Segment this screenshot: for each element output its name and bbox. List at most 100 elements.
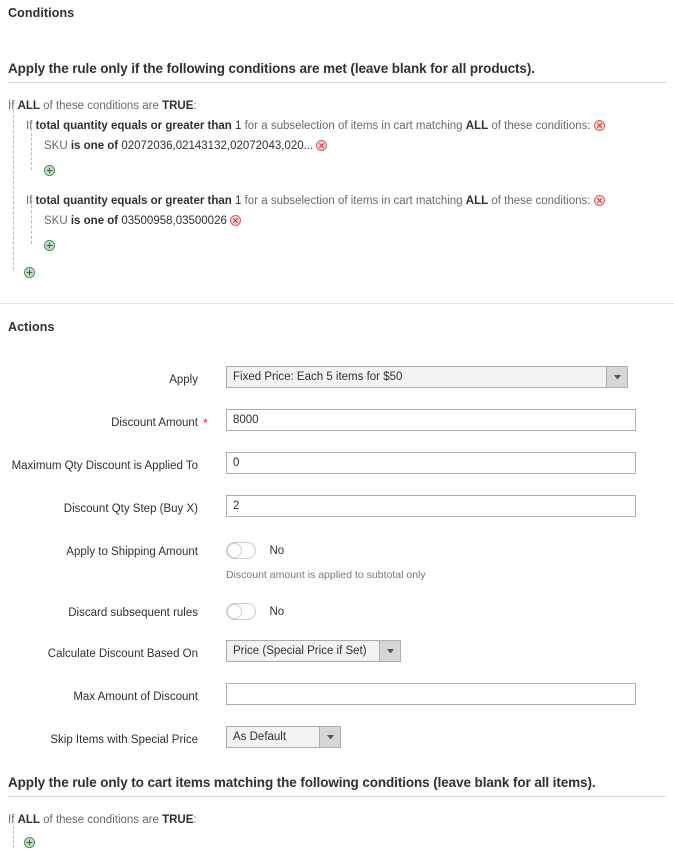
root-aggregator[interactable]: ALL (18, 100, 40, 112)
condition-group-row: If total quantity equals or greater than… (8, 118, 668, 135)
group-suffix: of these conditions: (491, 120, 591, 132)
discard-rules-toggle-wrapper: No (226, 603, 284, 621)
child-operator[interactable]: is one of (71, 140, 118, 152)
child-operator[interactable]: is one of (71, 215, 118, 227)
apply-select-wrapper: Fixed Price: Each 5 items for $50 (226, 366, 628, 392)
field-row-apply-shipping: Apply to Shipping Amount No Discount amo… (0, 538, 674, 584)
child-value[interactable]: 02072036,02143132,02072043,020... (121, 140, 313, 152)
field-row-max-amount: Max Amount of Discount (0, 683, 674, 713)
conditions-section-title: Conditions (8, 6, 75, 20)
add-circle-icon[interactable] (44, 165, 55, 176)
group-middle: for a subselection of items in cart matc… (244, 120, 463, 132)
max-qty-input-wrapper (226, 452, 636, 474)
root-prefix: If (8, 100, 15, 112)
chevron-down-icon[interactable] (606, 367, 627, 387)
field-row-max-qty: Maximum Qty Discount is Applied To (0, 452, 674, 482)
discount-amount-label: Discount Amount (111, 417, 198, 429)
condition-group-row: If total quantity equals or greater than… (8, 193, 668, 210)
cart-root-suffix: : (193, 814, 197, 826)
discard-rules-toggle-state: No (269, 605, 285, 618)
condition-child-row: SKU is one of 03500958,03500026 (8, 213, 668, 230)
add-condition-row-group-1 (8, 163, 668, 180)
add-circle-icon[interactable] (44, 240, 55, 251)
remove-circle-icon[interactable] (593, 195, 605, 206)
calc-based-on-label: Calculate Discount Based On (47, 648, 198, 660)
discard-rules-toggle[interactable] (226, 603, 256, 621)
group-operator[interactable]: equals or greater than (111, 120, 232, 132)
group-aggregator[interactable]: ALL (466, 195, 488, 207)
add-condition-row-root (8, 265, 668, 282)
discount-amount-input[interactable] (226, 409, 636, 431)
add-circle-icon[interactable] (24, 837, 35, 848)
group-suffix: of these conditions: (491, 195, 591, 207)
discard-rules-label: Discard subsequent rules (68, 607, 198, 619)
apply-select[interactable]: Fixed Price: Each 5 items for $50 (226, 366, 628, 388)
conditions-description: Apply the rule only if the following con… (8, 61, 666, 83)
group-value[interactable]: 1 (235, 195, 241, 207)
cart-conditions-description-divider (8, 796, 666, 797)
max-amount-label: Max Amount of Discount (73, 691, 198, 703)
cart-root-aggregator[interactable]: ALL (18, 814, 40, 826)
group-value[interactable]: 1 (235, 120, 241, 132)
calc-based-on-select-value: Price (Special Price if Set) (233, 645, 367, 657)
calc-based-on-select[interactable]: Price (Special Price if Set) (226, 640, 401, 662)
conditions-tree: If ALL of these conditions are TRUE: If … (8, 98, 668, 282)
cart-condition-root-row: If ALL of these conditions are TRUE: (8, 812, 668, 829)
apply-shipping-toggle-state: No (269, 544, 285, 557)
required-marker: * (203, 416, 208, 430)
calc-based-on-select-wrapper: Price (Special Price if Set) (226, 640, 401, 666)
apply-shipping-label: Apply to Shipping Amount (66, 546, 198, 558)
child-attribute[interactable]: SKU (44, 215, 68, 227)
group-aggregator[interactable]: ALL (466, 120, 488, 132)
qty-step-input[interactable] (226, 495, 636, 517)
condition-child-row: SKU is one of 02072036,02143132,02072043… (8, 138, 668, 155)
root-middle: of these conditions are (43, 100, 159, 112)
toggle-knob (227, 604, 242, 620)
apply-shipping-toggle[interactable] (226, 542, 256, 560)
remove-circle-icon[interactable] (230, 215, 242, 226)
conditions-description-divider (8, 82, 666, 83)
qty-step-label: Discount Qty Step (Buy X) (63, 503, 198, 515)
field-row-calc-based-on: Calculate Discount Based On Price (Speci… (0, 640, 674, 670)
conditions-description-text: Apply the rule only if the following con… (8, 61, 535, 76)
condition-root-row: If ALL of these conditions are TRUE: (8, 98, 668, 115)
skip-special-select[interactable]: As Default (226, 726, 341, 748)
discount-amount-input-wrapper (226, 409, 636, 431)
cart-root-prefix: If (8, 814, 15, 826)
field-row-discard-rules: Discard subsequent rules No (0, 599, 674, 629)
cart-conditions-tree: If ALL of these conditions are TRUE: (8, 812, 668, 852)
child-value[interactable]: 03500958,03500026 (121, 215, 227, 227)
cart-conditions-description: Apply the rule only to cart items matchi… (8, 775, 666, 797)
max-qty-input[interactable] (226, 452, 636, 474)
cart-root-value[interactable]: TRUE (162, 814, 193, 826)
group-operator[interactable]: equals or greater than (111, 195, 232, 207)
root-suffix: : (193, 100, 197, 112)
group-attribute[interactable]: total quantity (36, 120, 108, 132)
group-prefix: If (26, 120, 33, 132)
cart-add-condition-row (8, 835, 668, 852)
child-attribute[interactable]: SKU (44, 140, 68, 152)
group-attribute[interactable]: total quantity (36, 195, 108, 207)
cart-conditions-description-text: Apply the rule only to cart items matchi… (8, 775, 596, 790)
apply-shipping-toggle-wrapper: No (226, 542, 284, 560)
apply-select-value: Fixed Price: Each 5 items for $50 (233, 371, 403, 383)
max-amount-input[interactable] (226, 683, 636, 705)
add-circle-icon[interactable] (24, 267, 35, 278)
add-condition-row-group-2 (8, 238, 668, 255)
root-value[interactable]: TRUE (162, 100, 193, 112)
remove-circle-icon[interactable] (593, 120, 605, 131)
group-middle: for a subselection of items in cart matc… (244, 195, 463, 207)
apply-label: Apply (169, 374, 198, 386)
field-row-discount-amount: Discount Amount * (0, 409, 674, 439)
field-row-apply: Apply Fixed Price: Each 5 items for $50 (0, 366, 674, 396)
chevron-down-icon[interactable] (379, 641, 400, 661)
chevron-down-icon[interactable] (319, 727, 340, 747)
max-qty-label: Maximum Qty Discount is Applied To (11, 460, 198, 472)
qty-step-input-wrapper (226, 495, 636, 517)
field-row-skip-special: Skip Items with Special Price As Default (0, 726, 674, 756)
toggle-knob (227, 543, 242, 559)
remove-circle-icon[interactable] (316, 140, 328, 151)
skip-special-label: Skip Items with Special Price (50, 734, 198, 746)
group-prefix: If (26, 195, 33, 207)
actions-section-title: Actions (8, 320, 55, 334)
